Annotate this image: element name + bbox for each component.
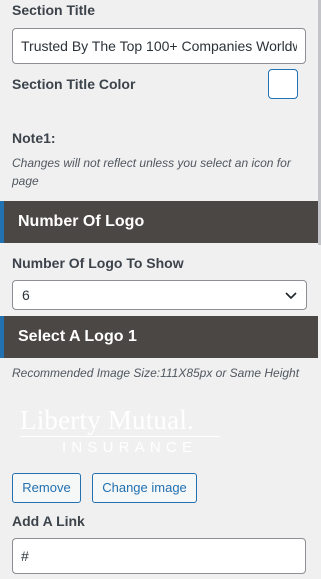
add-link-input[interactable]	[12, 538, 306, 574]
number-of-logo-label: Number Of Logo To Show	[12, 255, 184, 271]
number-of-logo-value: 6	[22, 287, 30, 303]
logo-subtitle: INSURANCE	[62, 439, 198, 456]
logo-divider	[20, 436, 220, 437]
section-title-input[interactable]	[12, 28, 306, 64]
change-image-button[interactable]: Change image	[92, 473, 197, 503]
color-picker-swatch[interactable]	[268, 69, 298, 99]
section-title-color-label: Section Title Color	[12, 76, 136, 92]
note1-label: Note1:	[12, 130, 56, 146]
note1-text: Changes will not reflect unless you sele…	[12, 156, 291, 188]
image-size-hint: Recommended Image Size:111X85px or Same …	[12, 366, 300, 380]
add-link-label: Add A Link	[12, 513, 85, 529]
number-of-logo-select[interactable]: 6	[12, 280, 307, 310]
number-of-logo-header: Number Of Logo	[0, 201, 318, 243]
chevron-down-icon	[285, 292, 297, 300]
section-title-label: Section Title	[12, 2, 95, 18]
logo-preview: Liberty Mutual. INSURANCE	[20, 405, 225, 461]
select-logo-1-header: Select A Logo 1	[0, 316, 318, 358]
remove-image-button[interactable]: Remove	[12, 473, 81, 503]
logo-wordmark: Liberty Mutual.	[20, 405, 194, 435]
